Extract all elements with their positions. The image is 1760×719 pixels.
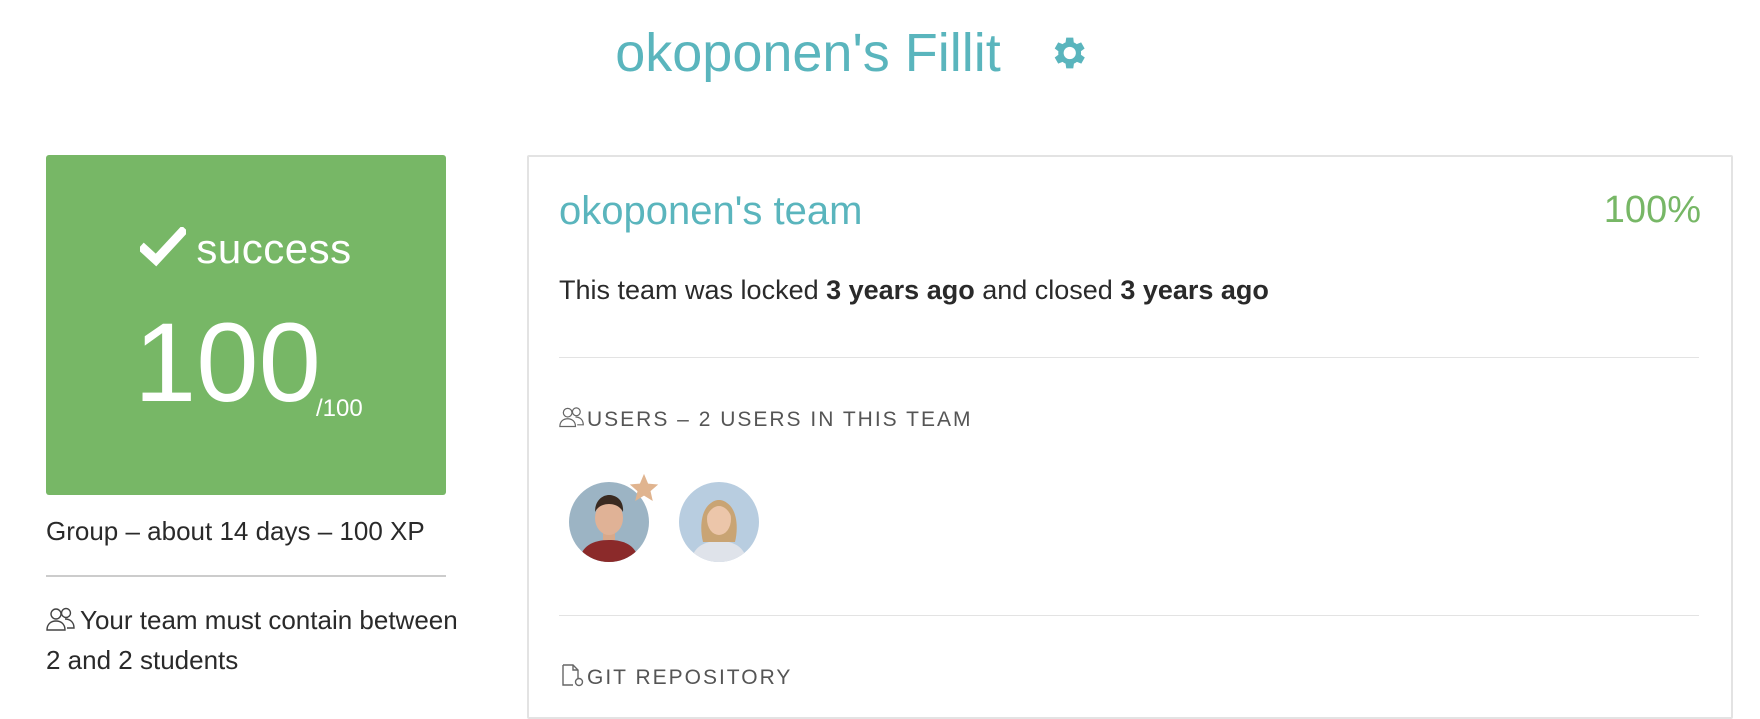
team-size-rule: Your team must contain between 2 and 2 s… <box>46 600 466 680</box>
team-card: okoponen's team 100% This team was locke… <box>527 155 1733 719</box>
star-icon <box>629 473 659 502</box>
status-middle: and closed <box>974 275 1121 305</box>
checkmark-icon <box>138 225 189 267</box>
divider <box>46 575 446 577</box>
users-icon <box>46 607 75 631</box>
project-meta: Group – about 14 days – 100 XP <box>46 516 425 546</box>
users-section-header: Users – 2 users in this team <box>559 405 972 432</box>
score-panel: success 100 /100 <box>46 155 446 495</box>
score-value: 100 <box>134 300 321 425</box>
locked-ago: 3 years ago <box>826 275 975 305</box>
git-repository-icon <box>562 664 584 687</box>
team-rule-text: Your team must contain between 2 and 2 s… <box>46 605 458 675</box>
avatar-female <box>679 482 759 562</box>
git-header-label: Git repository <box>587 666 793 689</box>
gear-icon[interactable] <box>1047 32 1089 74</box>
closed-ago: 3 years ago <box>1120 275 1269 305</box>
divider <box>559 615 1699 616</box>
member-avatar[interactable] <box>679 482 759 562</box>
users-icon <box>559 407 584 428</box>
page-header: okoponen's Fillit <box>0 18 1760 88</box>
team-percent: 100% <box>1603 189 1701 231</box>
score-max: /100 <box>316 395 363 422</box>
team-name: okoponen's team <box>559 189 863 233</box>
status-label: success <box>196 225 352 272</box>
divider <box>559 357 1699 358</box>
page-title: okoponen's Fillit <box>615 23 1001 83</box>
users-header-label: Users – 2 users in this team <box>587 408 973 431</box>
git-section-header: Git repository <box>559 663 792 690</box>
status-line: success <box>46 225 446 273</box>
status-prefix: This team was locked <box>559 275 827 305</box>
team-status: This team was locked 3 years ago and clo… <box>559 275 1269 306</box>
